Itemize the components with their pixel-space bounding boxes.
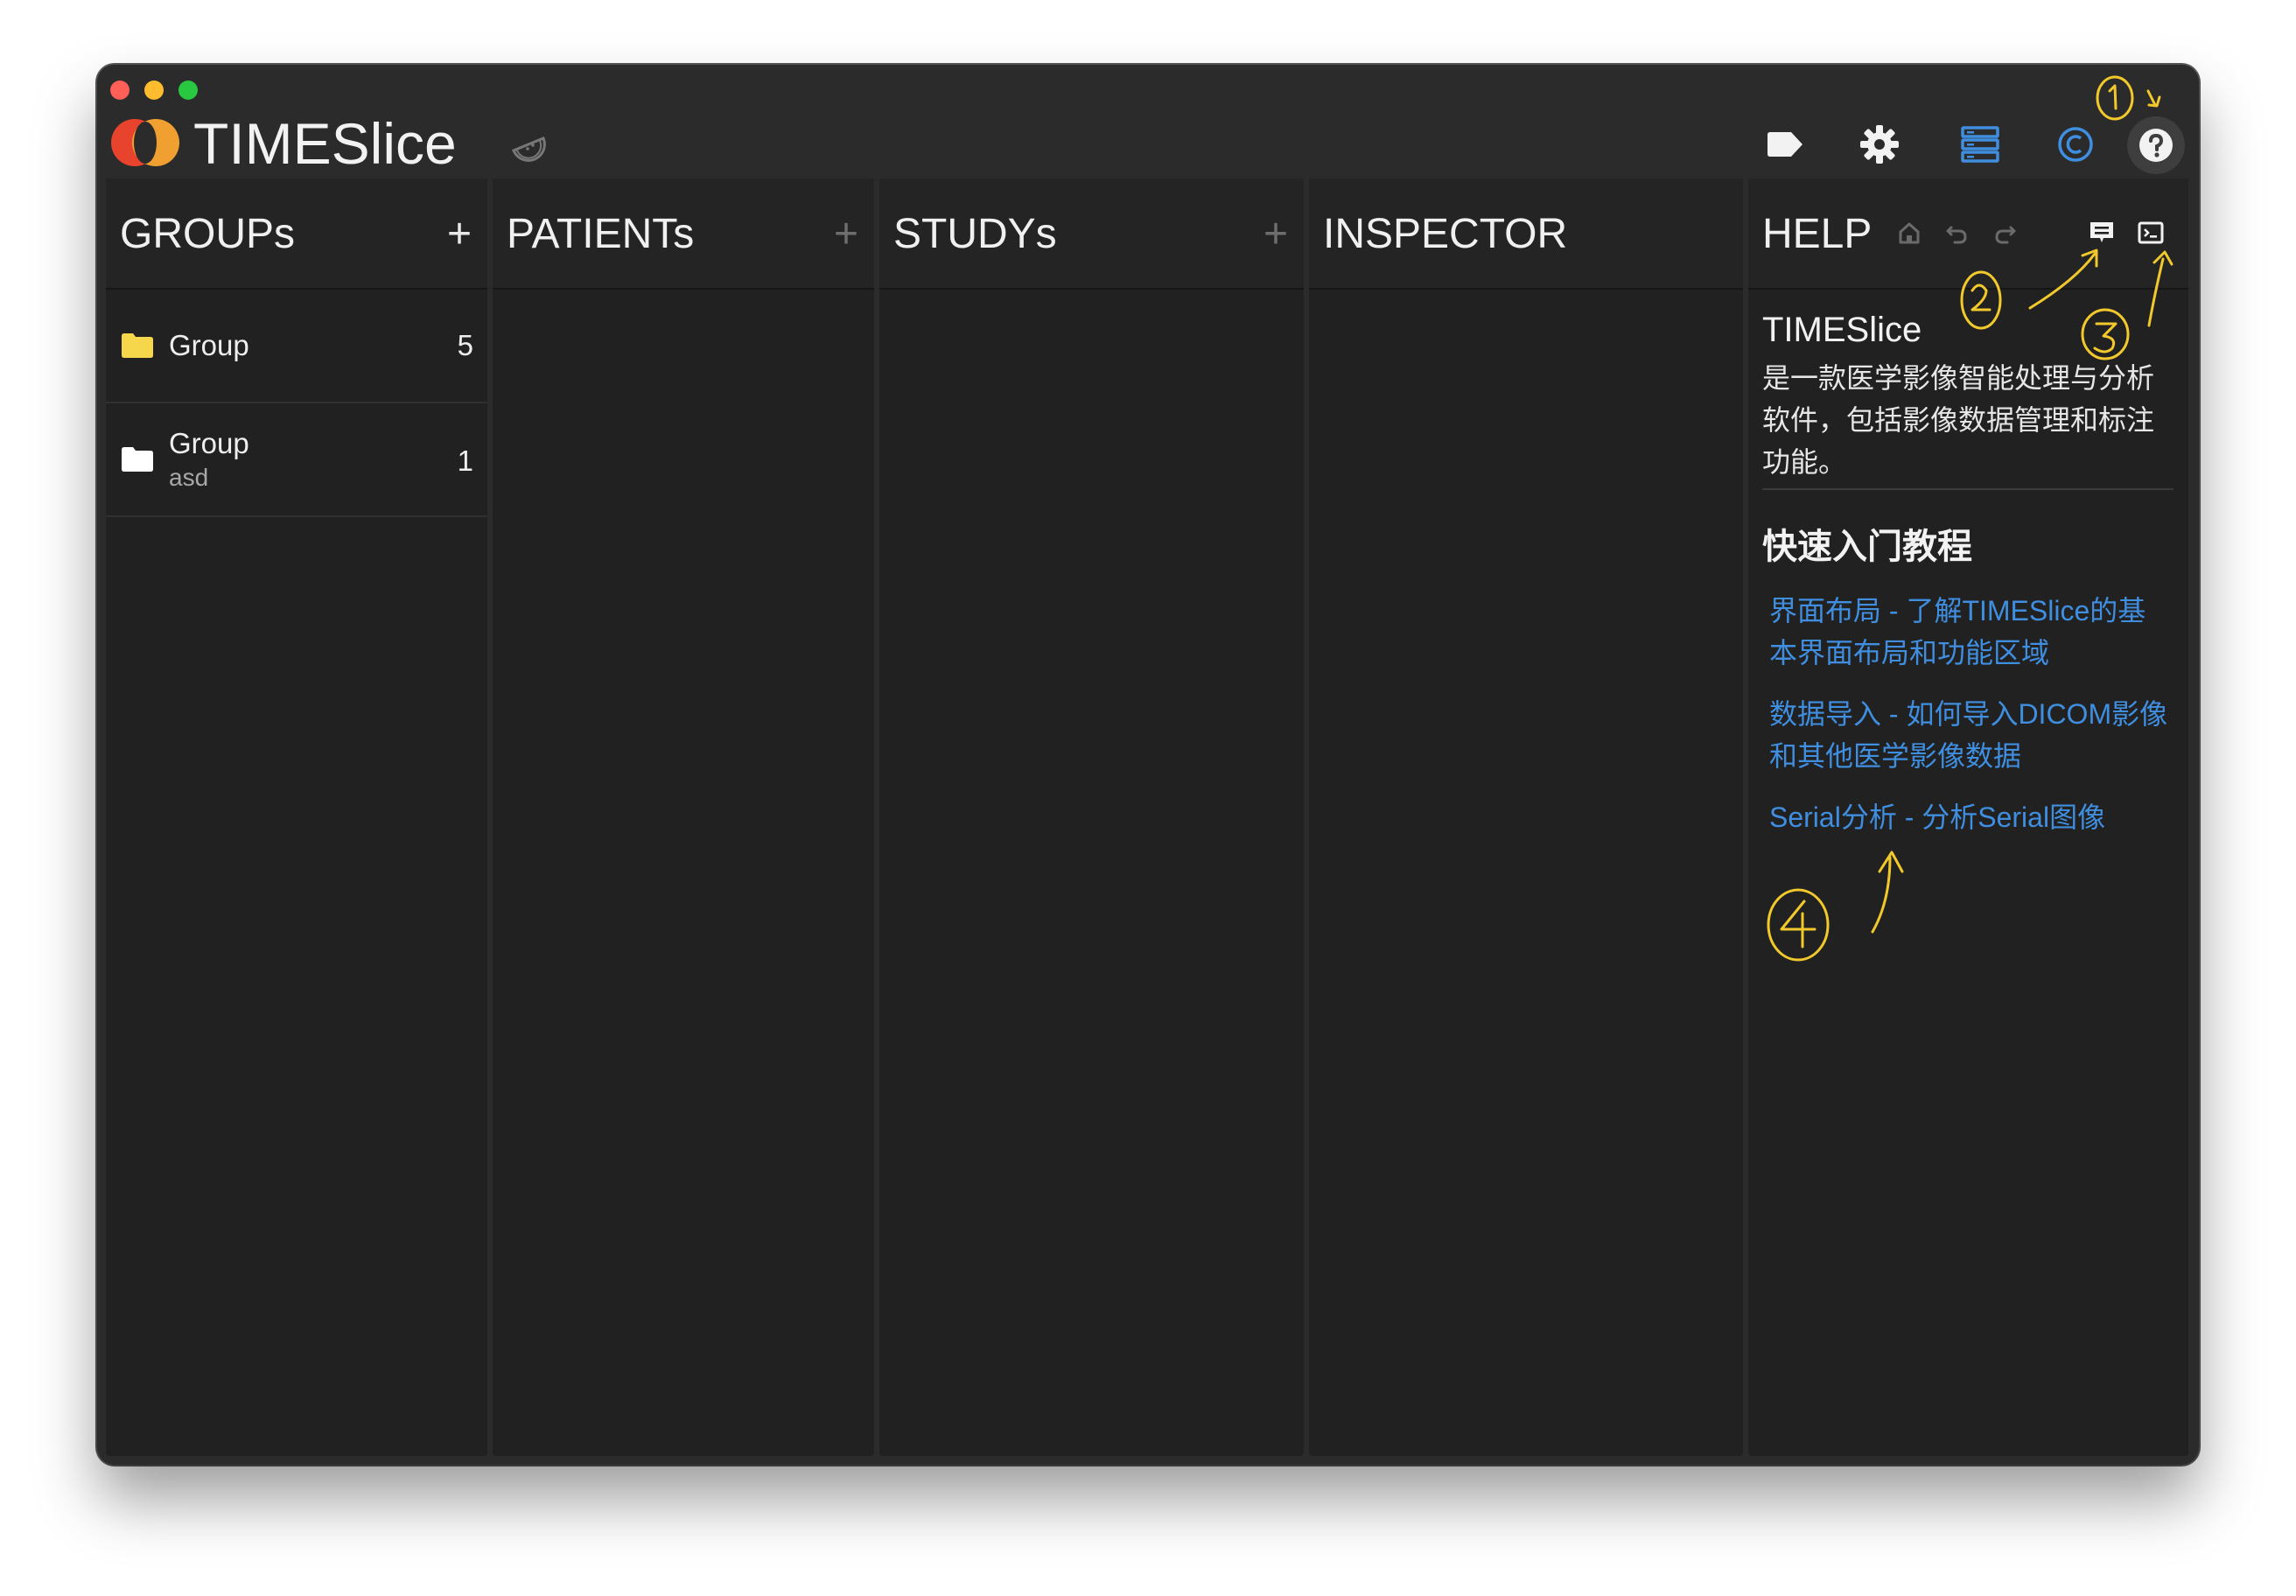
zoom-window-button[interactable] [178,80,198,100]
columns-area: GROUPs + Group 5 Group asd 1 PATIENTs + … [106,178,2190,1456]
gear-icon[interactable] [1858,122,1901,166]
folder-icon [122,333,153,358]
list-item[interactable]: Group asd 1 [106,403,487,517]
help-title: HELP [1762,211,1872,257]
add-patient-button[interactable]: + [834,210,858,259]
patients-header: PATIENTs + [493,178,874,290]
server-icon[interactable] [1958,122,2002,166]
add-group-button[interactable]: + [447,210,472,259]
forward-icon[interactable] [1992,219,2020,247]
help-column: HELP TIMESlice 是一款医学影像智能处理与分析软件，包括影像数据管理… [1748,178,2188,1456]
groups-header: GROUPs + [106,178,487,290]
help-header: HELP [1748,178,2188,290]
studies-header: STUDYs + [879,178,1304,290]
group-subtitle: asd [169,464,209,491]
groups-title: GROUPs [120,211,296,257]
home-icon[interactable] [1895,219,1923,247]
help-section-title: 快速入门教程 [1762,528,1972,566]
patients-column: PATIENTs + [493,178,874,1456]
tag-icon[interactable] [1763,122,1807,166]
help-content: TIMESlice 是一款医学影像智能处理与分析软件，包括影像数据管理和标注功能… [1762,301,2174,838]
folder-icon [122,447,153,472]
patients-title: PATIENTs [507,211,695,257]
group-count: 5 [457,329,473,361]
group-count: 1 [457,444,473,477]
help-description: 是一款医学影像智能处理与分析软件，包括影像数据管理和标注功能。 [1762,357,2174,490]
help-icon [2139,129,2173,162]
help-link-serial[interactable]: Serial分析 - 分析Serial图像 [1762,796,2174,838]
studies-title: STUDYs [893,211,1057,257]
add-study-button[interactable]: + [1264,210,1288,259]
app-title: TIMESlice [193,111,457,176]
close-window-button[interactable] [110,80,130,100]
inspector-column: INSPECTOR [1309,178,1743,1456]
title-bar: TIMESlice [97,65,2199,178]
inspector-header: INSPECTOR [1309,178,1743,290]
app-logo-icon [111,119,179,166]
groups-column: GROUPs + Group 5 Group asd 1 [106,178,487,1456]
inspector-title: INSPECTOR [1323,211,1568,257]
group-name: Group [169,427,249,459]
list-item[interactable]: Group 5 [106,290,487,403]
help-heading: TIMESlice [1762,311,1922,349]
group-name: Group [169,329,249,361]
app-window: TIMESlice GROUPs + Group 5 Group asd 1 P… [97,65,2199,1465]
help-link-layout[interactable]: 界面布局 - 了解TIMESlice的基本界面布局和功能区域 [1762,590,2174,674]
watermelon-icon[interactable] [508,126,549,166]
help-link-import[interactable]: 数据导入 - 如何导入DICOM影像和其他医学影像数据 [1762,693,2174,777]
help-button[interactable] [2127,116,2185,174]
back-icon[interactable] [1942,219,1970,247]
minimize-window-button[interactable] [144,80,164,100]
chat-icon[interactable] [2088,219,2116,247]
copyright-icon[interactable] [2054,122,2097,166]
studies-column: STUDYs + [879,178,1304,1456]
terminal-icon[interactable] [2137,219,2165,247]
